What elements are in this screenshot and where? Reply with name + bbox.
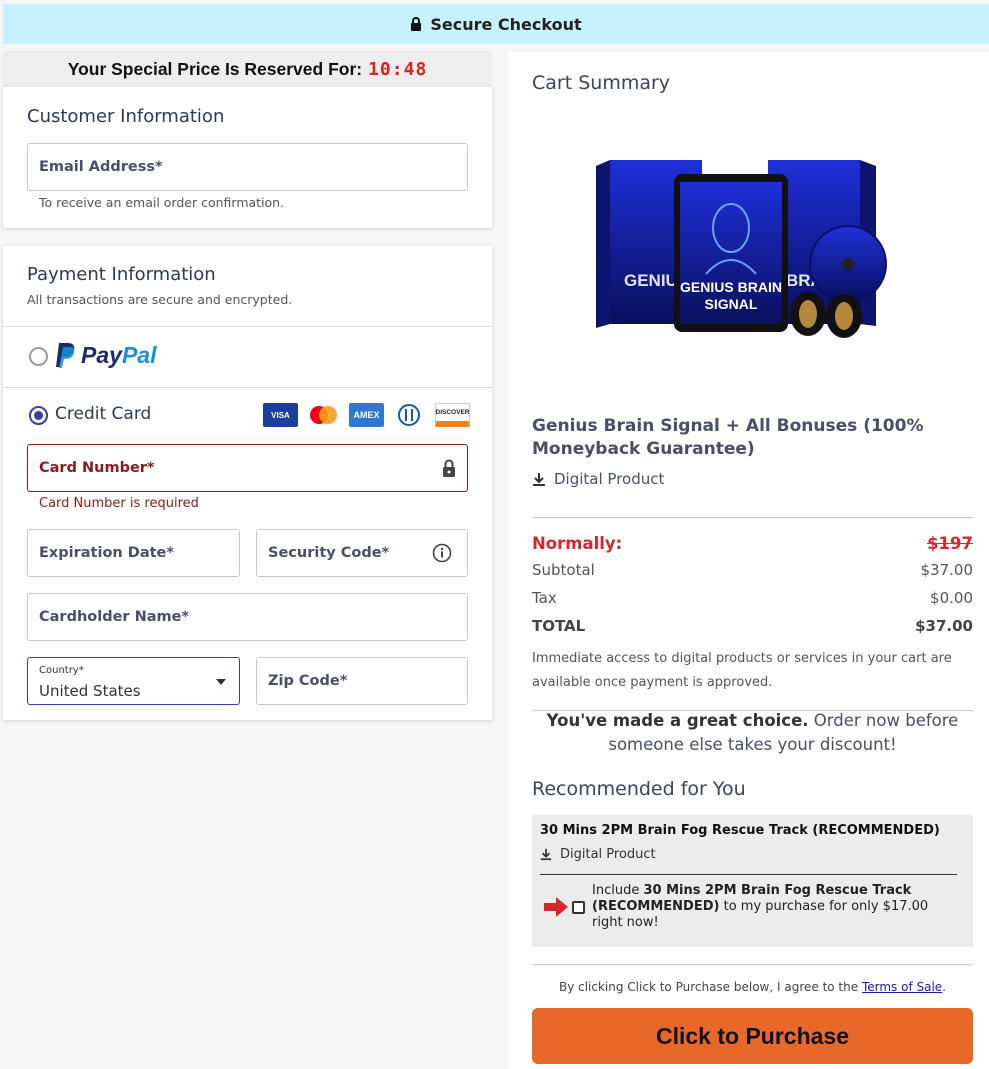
product-title: Genius Brain Signal + All Bonuses (100% … (532, 416, 924, 459)
mastercard-icon (310, 406, 337, 424)
visa-logo: VISA (263, 403, 298, 427)
timer-label: Your Special Price Is Reserved For: (67, 58, 363, 79)
paypal-icon (56, 343, 75, 368)
expiration-date-field[interactable]: Expiration Date* (27, 529, 240, 577)
access-note: Immediate access to digital products or … (532, 651, 952, 690)
secure-checkout-title: Secure Checkout (430, 14, 582, 34)
cardholder-name-field[interactable]: Cardholder Name* (27, 593, 468, 641)
zip-code-field[interactable]: Zip Code* (256, 657, 468, 705)
divider (532, 517, 973, 518)
email-help-text: To receive an email order confirmation. (39, 195, 285, 210)
diners-club-logo (392, 403, 427, 427)
country-label: Country* (39, 665, 84, 676)
terms-of-sale-link[interactable]: Terms of Sale (862, 980, 942, 994)
great-choice-bold: You've made a great choice. (546, 711, 809, 730)
discover-logo: DISCOVER (435, 403, 470, 427)
total-value: $37.00 (915, 617, 973, 635)
product-image-title-line2: SIGNAL (705, 296, 758, 312)
country-value: United States (39, 682, 141, 700)
discover-logo-text: DISCOVER (435, 409, 470, 416)
card-number-placeholder: Card Number* (39, 460, 155, 476)
chevron-down-icon (216, 679, 226, 685)
great-choice-message: You've made a great choice. Order now be… (532, 709, 973, 757)
subtotal-value: $37.00 (920, 561, 974, 579)
paypal-option[interactable]: Pay Pal (55, 341, 156, 369)
paypal-text-pay: Pay (81, 341, 122, 368)
recommended-item-title: 30 Mins 2PM Brain Fog Rescue Track (RECO… (540, 823, 940, 838)
normally-label: Normally: (532, 534, 623, 553)
offer-prefix: Include (592, 883, 644, 898)
card-logos: VISA AMEX DISCOVER (263, 403, 470, 427)
total-label: TOTAL (532, 617, 586, 635)
credit-card-radio[interactable] (29, 406, 48, 425)
country-select[interactable]: Country* United States (27, 657, 240, 705)
tax-value: $0.00 (930, 589, 973, 607)
upsell-checkbox[interactable] (572, 901, 585, 914)
download-icon (540, 848, 552, 861)
cart-summary-title: Cart Summary (532, 72, 671, 94)
normally-price: $197 (927, 534, 973, 553)
product-type-label: Digital Product (554, 470, 665, 488)
credit-card-label[interactable]: Credit Card (55, 404, 151, 424)
normally-price-row: Normally: $197 (532, 534, 973, 553)
terms-suffix: . (942, 980, 947, 994)
upsell-offer-text[interactable]: Include 30 Mins 2PM Brain Fog Rescue Tra… (592, 883, 962, 931)
secure-checkout-bar: Secure Checkout (3, 4, 989, 44)
product-image: GENIUS BRA GENIUS BRAIN SIGNAL (596, 160, 887, 338)
security-code-placeholder: Security Code* (268, 545, 390, 561)
download-icon (533, 472, 545, 486)
product-image-title-line1: GENIUS BRAIN (680, 279, 782, 295)
payment-information-card: Payment Information All transactions are… (3, 246, 492, 720)
customer-information-card: Customer Information Email Address* To r… (3, 87, 492, 228)
paypal-radio[interactable] (29, 347, 48, 366)
divider (540, 874, 957, 875)
terms-agreement: By clicking Click to Purchase below, I a… (532, 980, 973, 994)
lock-icon (443, 459, 455, 477)
recommended-item-type: Digital Product (540, 847, 656, 862)
cart-summary-panel: Cart Summary GENIUS BRA GENIUS BRAIN SIG… (508, 52, 989, 1069)
divider (3, 326, 492, 327)
divider (3, 387, 492, 388)
payment-information-title: Payment Information (27, 264, 216, 285)
security-code-field[interactable]: Security Code* (256, 529, 468, 577)
amex-logo: AMEX (349, 403, 384, 427)
payment-security-note: All transactions are secure and encrypte… (27, 292, 293, 307)
info-icon[interactable] (432, 543, 452, 563)
click-to-purchase-button[interactable]: Click to Purchase (532, 1008, 973, 1064)
visa-logo-text: VISA (271, 410, 290, 420)
mastercard-logo (306, 403, 341, 427)
recommended-title: Recommended for You (532, 778, 746, 800)
paypal-text-pal: Pal (121, 341, 157, 368)
total-row: TOTAL $37.00 (532, 617, 973, 635)
recommended-item-type-label: Digital Product (560, 847, 656, 862)
lock-icon (411, 17, 422, 31)
arrow-right-icon (544, 897, 568, 917)
product-type: Digital Product (532, 470, 664, 488)
email-field[interactable]: Email Address* (27, 143, 468, 191)
terms-prefix: By clicking Click to Purchase below, I a… (558, 980, 862, 994)
card-number-field[interactable]: Card Number* (27, 444, 468, 492)
card-number-error: Card Number is required (39, 496, 199, 511)
subtotal-label: Subtotal (532, 561, 595, 579)
price-reserved-timer: Your Special Price Is Reserved For: 10:4… (3, 51, 492, 87)
tax-label: Tax (532, 589, 557, 607)
diners-club-icon (398, 404, 420, 426)
subtotal-row: Subtotal $37.00 (532, 561, 973, 579)
timer-countdown: 10:48 (368, 58, 428, 80)
tax-row: Tax $0.00 (532, 589, 973, 607)
customer-information-title: Customer Information (27, 106, 225, 127)
recommended-item: 30 Mins 2PM Brain Fog Rescue Track (RECO… (532, 815, 973, 947)
amex-logo-text: AMEX (353, 410, 380, 420)
divider (532, 964, 973, 965)
